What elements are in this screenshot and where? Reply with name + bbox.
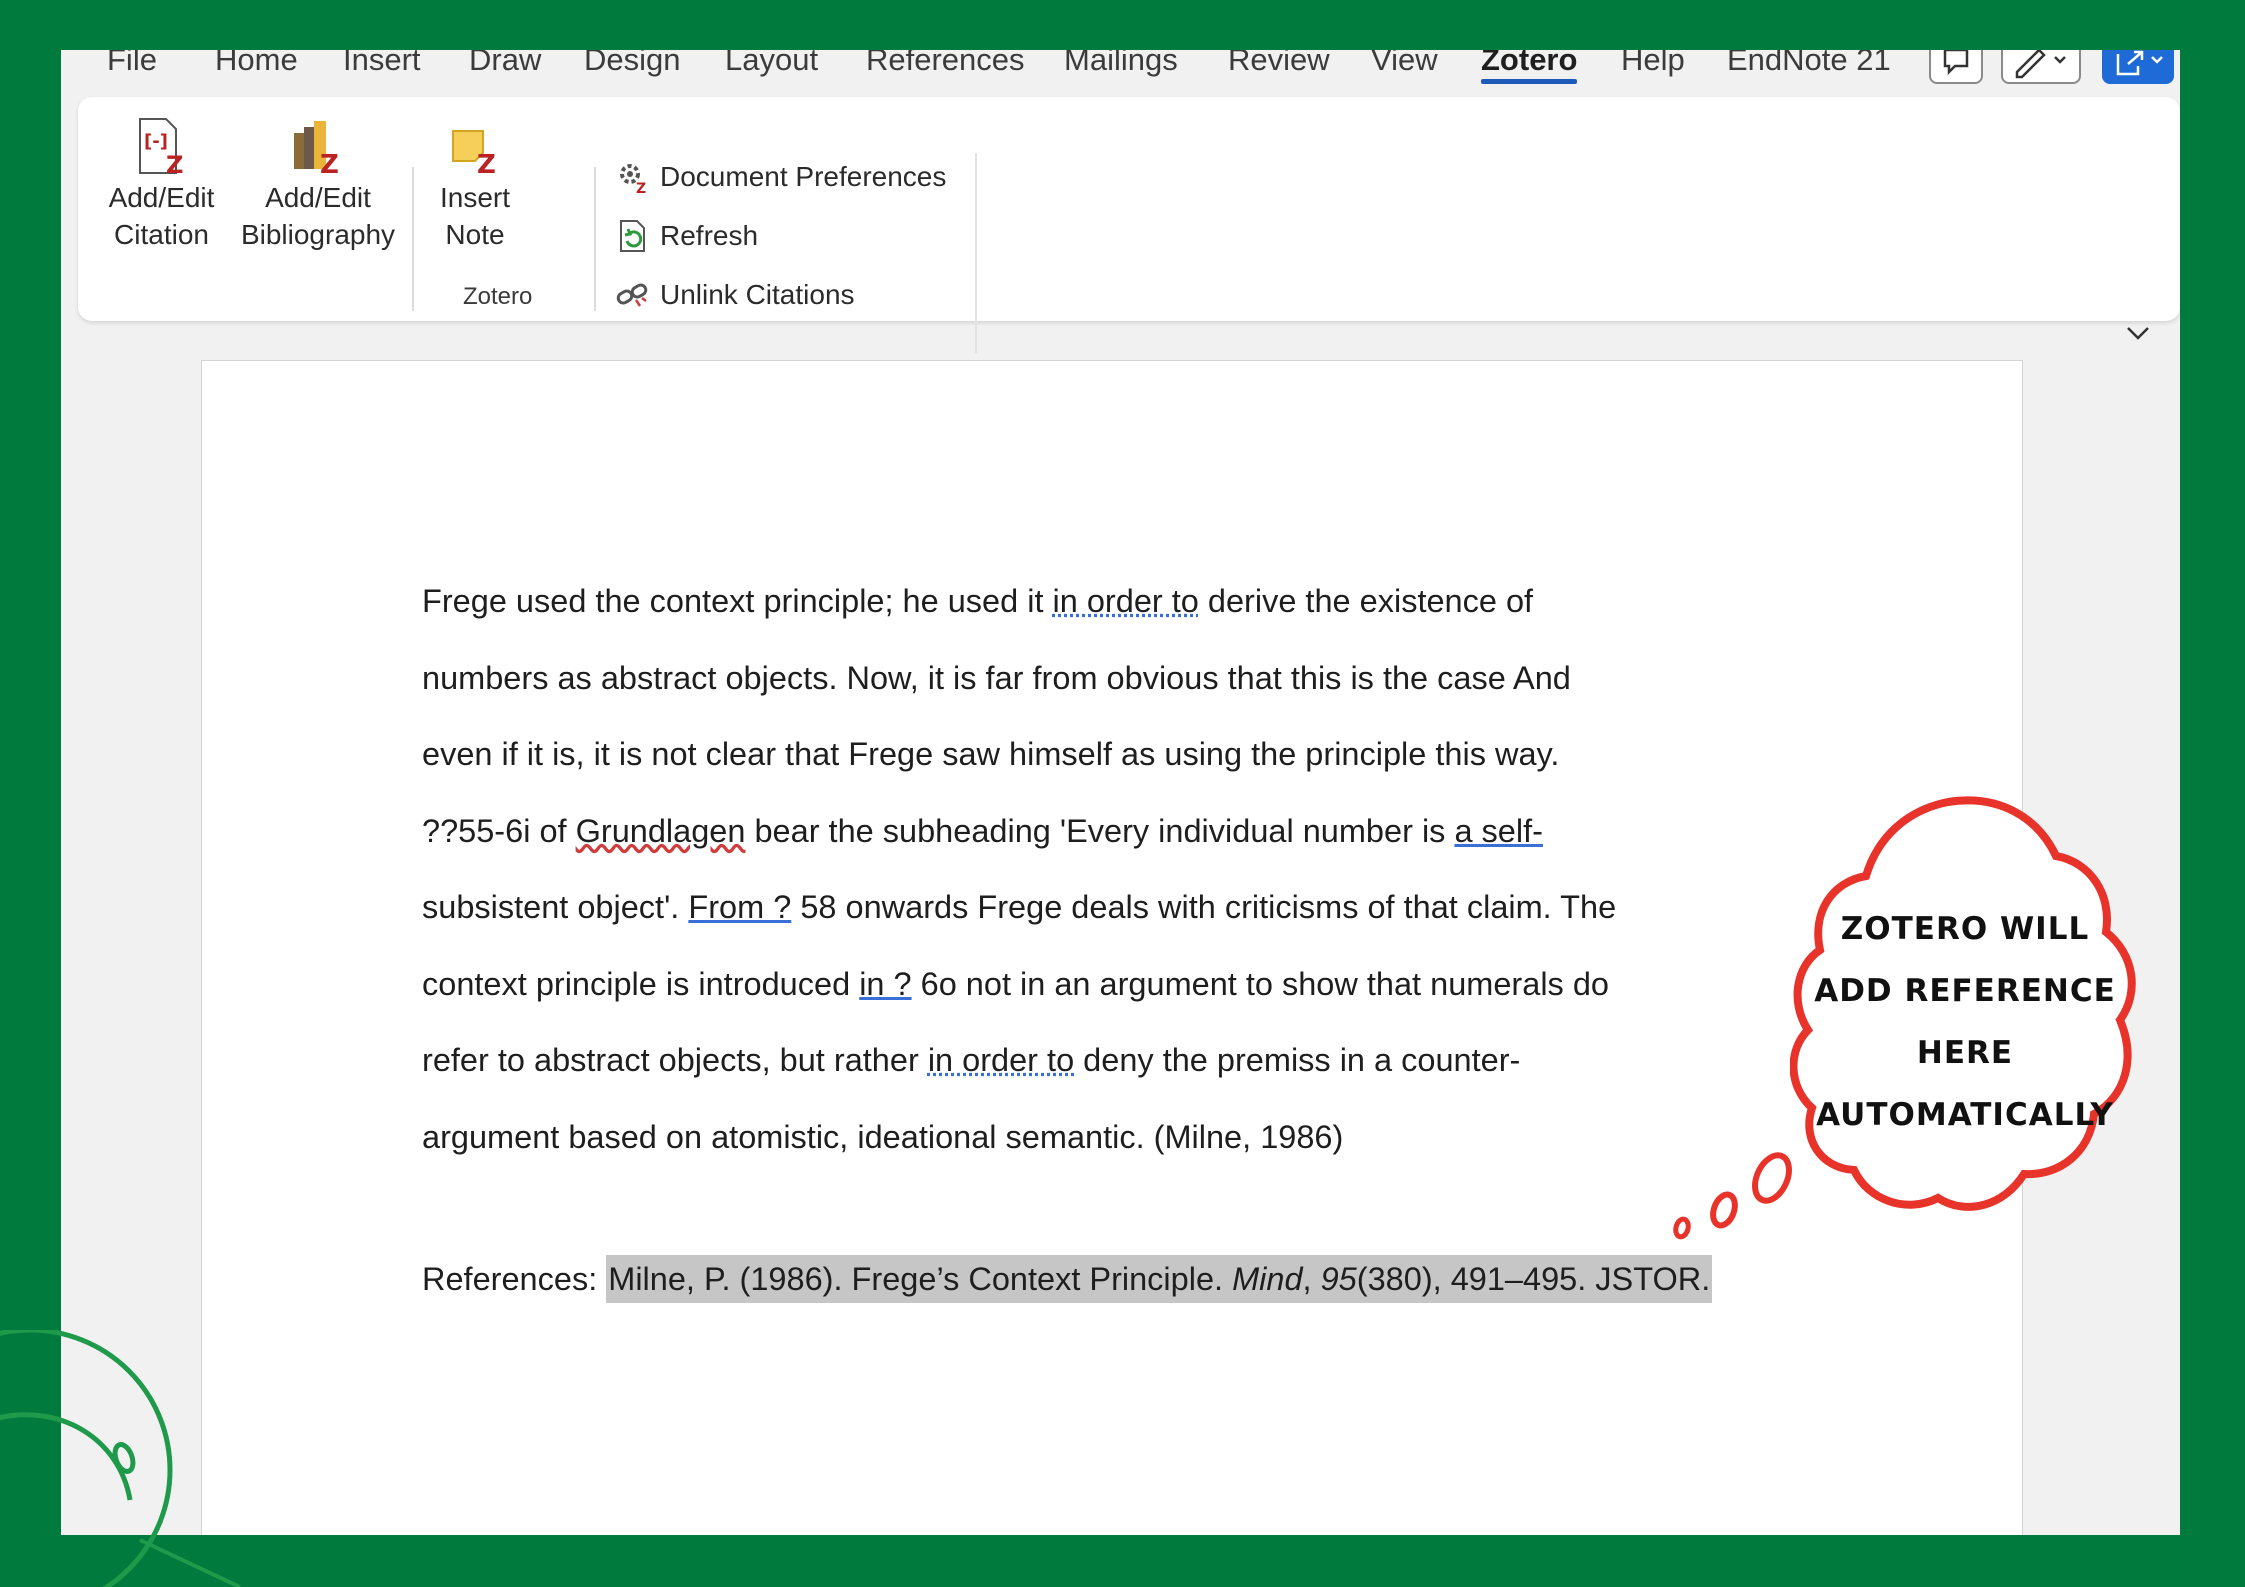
text-run: derive the existence of — [1198, 583, 1534, 619]
grammar-flag: in ? — [859, 965, 912, 1002]
ribbon-separator — [594, 167, 596, 311]
tab-insert[interactable]: Insert — [343, 50, 421, 78]
tab-file[interactable]: File — [107, 50, 157, 78]
add-citation-line2: Citation — [114, 219, 209, 250]
svg-text:Z: Z — [636, 181, 646, 194]
bibliography-entry[interactable]: Milne, P. (1986). Frege’s Context Princi… — [606, 1255, 1713, 1303]
tab-design[interactable]: Design — [584, 50, 681, 78]
zotero-citation-icon: [-] Z — [136, 117, 188, 179]
paragraph-line: even if it is, it is not clear that Freg… — [422, 732, 1752, 809]
comments-button[interactable] — [1929, 50, 1983, 84]
editing-mode-button[interactable] — [2001, 50, 2081, 84]
tab-draw[interactable]: Draw — [469, 50, 541, 78]
document-page[interactable]: Frege used the context principle; he use… — [201, 360, 2023, 1535]
ribbon-separator — [975, 153, 977, 353]
share-button[interactable] — [2102, 50, 2174, 84]
grammar-flag: a self- — [1454, 812, 1543, 849]
broken-link-icon — [616, 278, 650, 312]
add-edit-bibliography-button[interactable]: Z Add/Edit Bibliography — [238, 117, 398, 253]
callout-line: AUTOMATICALLY — [1816, 1097, 2114, 1133]
document-preferences-button[interactable]: Z Document Preferences — [616, 160, 947, 197]
document-body[interactable]: Frege used the context principle; he use… — [422, 579, 1752, 1191]
paragraph-line: argument based on atomistic, ideational … — [422, 1115, 1752, 1192]
citation-line: argument based on atomistic, ideational … — [422, 1118, 1344, 1155]
add-citation-line1: Add/Edit — [108, 182, 215, 213]
text-run: ??55-6i of — [422, 812, 576, 849]
refresh-icon — [616, 219, 650, 253]
text-run: deny the premiss in a counter- — [1074, 1042, 1521, 1078]
insert-note-line2: Note — [445, 219, 505, 250]
reference-journal: Mind — [1232, 1261, 1303, 1297]
callout-line: ADD REFERENCE — [1814, 973, 2116, 1009]
grammar-flag: in order to — [1052, 583, 1199, 619]
paragraph-line: refer to abstract objects, but rather in… — [422, 1038, 1752, 1115]
references-line[interactable]: References: Milne, P. (1986). Frege’s Co… — [422, 1255, 1713, 1303]
reference-tail: (380), 491–495. JSTOR. — [1356, 1261, 1711, 1297]
refresh-button[interactable]: Refresh — [616, 219, 758, 253]
tab-home[interactable]: Home — [215, 50, 298, 78]
tab-mailings[interactable]: Mailings — [1064, 50, 1178, 78]
text-run: Frege used the context principle; he use… — [422, 583, 1053, 619]
thought-bubble-dots — [1673, 1152, 1792, 1240]
svg-text:Z: Z — [477, 150, 496, 175]
references-label: References: — [422, 1261, 607, 1297]
reference-separator: , — [1302, 1261, 1321, 1297]
text-run: numbers as abstract objects. Now, it is … — [422, 659, 1571, 696]
spelling-flag: Grundlagen — [575, 812, 746, 849]
insert-note-line1: Insert — [439, 182, 511, 213]
reference-volume: 95 — [1320, 1261, 1357, 1297]
paragraph-line: ??55-6i of Grundlagen bear the subheadin… — [422, 809, 1752, 886]
share-icon — [2116, 50, 2163, 76]
add-edit-citation-button[interactable]: [-] Z Add/Edit Citation — [104, 117, 219, 253]
tab-view[interactable]: View — [1371, 50, 1438, 78]
grammar-flag: From ? — [688, 889, 792, 925]
text-run: bear the subheading 'Every individual nu… — [745, 812, 1455, 849]
insert-note-button[interactable]: Z Insert Note — [430, 117, 520, 253]
add-bibliography-line1: Add/Edit — [265, 182, 371, 213]
callout-line: ZOTERO WILL — [1840, 911, 2090, 947]
paragraph-line: numbers as abstract objects. Now, it is … — [422, 656, 1752, 733]
text-run: 6o not in an argument to show that numer… — [911, 965, 1609, 1002]
zotero-ribbon: [-] Z Add/Edit Citation Z Add/Edit Biblio… — [78, 97, 2180, 353]
paragraph-line: subsistent object'. From ? 58 onwards Fr… — [422, 885, 1752, 962]
grammar-flag: in order to — [927, 1042, 1075, 1078]
tab-help[interactable]: Help — [1621, 50, 1685, 78]
word-window: File Home Insert Draw Design Layout Refe… — [61, 50, 2180, 1535]
tab-layout[interactable]: Layout — [725, 50, 818, 78]
zotero-note-icon: Z — [449, 117, 501, 180]
text-run: subsistent object'. — [422, 889, 689, 925]
refresh-label: Refresh — [660, 220, 759, 251]
decorative-swirl-icon — [0, 1330, 241, 1587]
tab-zotero[interactable]: Zotero — [1481, 50, 1578, 84]
callout-text: ZOTERO WILL ADD REFERENCE HERE AUTOMATIC… — [1790, 898, 2140, 1146]
unlink-citations-label: Unlink Citations — [660, 279, 855, 310]
add-bibliography-line2: Bibliography — [240, 219, 396, 250]
comment-icon — [1943, 50, 1969, 76]
ribbon-group-label: Zotero — [463, 283, 533, 310]
text-run: 58 onwards Frege deals with criticisms o… — [791, 889, 1617, 925]
collapse-ribbon-chevron-icon[interactable] — [2125, 325, 2151, 341]
ribbon-separator — [412, 167, 414, 311]
text-run: refer to abstract objects, but rather — [422, 1042, 928, 1078]
callout-line: HERE — [1916, 1035, 2014, 1071]
svg-text:Z: Z — [320, 150, 339, 175]
ribbon-tab-row: File Home Insert Draw Design Layout Refe… — [61, 50, 2180, 94]
zotero-bibliography-icon: Z — [292, 117, 344, 180]
paragraph-line: Frege used the context principle; he use… — [422, 579, 1752, 656]
reference-text: Milne, P. (1986). Frege’s Context Princi… — [608, 1261, 1233, 1297]
svg-text:[-]: [-] — [144, 131, 168, 152]
gear-icon: Z — [616, 160, 650, 197]
svg-text:Z: Z — [166, 151, 183, 175]
tab-references[interactable]: References — [866, 50, 1025, 78]
tab-endnote[interactable]: EndNote 21 — [1727, 50, 1891, 78]
tab-review[interactable]: Review — [1228, 50, 1330, 78]
pencil-icon — [2015, 50, 2066, 79]
text-run: even if it is, it is not clear that Freg… — [422, 736, 1560, 772]
unlink-citations-button[interactable]: Unlink Citations — [616, 278, 855, 312]
paragraph-line: context principle is introduced in ? 6o … — [422, 962, 1752, 1039]
text-run: context principle is introduced — [422, 965, 860, 1002]
document-preferences-label: Document Preferences — [660, 161, 947, 192]
